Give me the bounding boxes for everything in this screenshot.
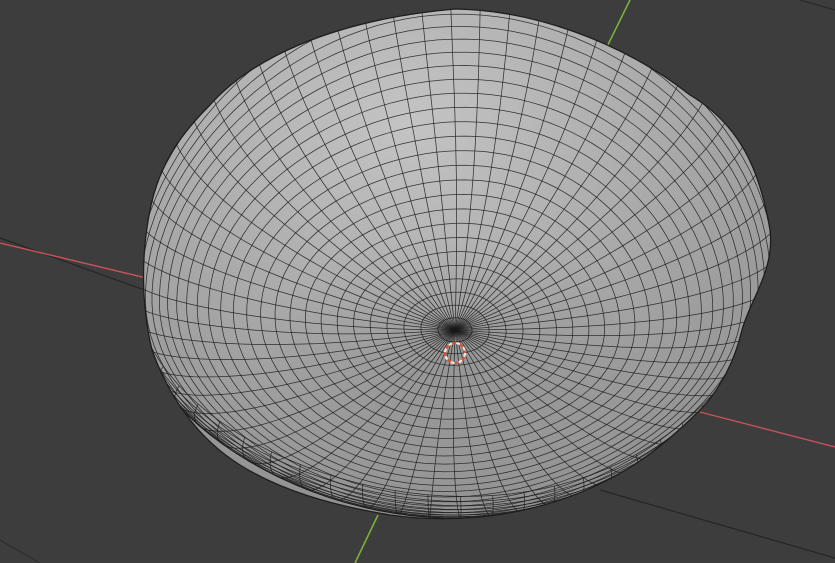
- mesh-object[interactable]: [124, 0, 785, 520]
- grid-line: [0, 237, 151, 293]
- grid-line: [799, 0, 835, 11]
- y-axis-line: [354, 514, 379, 563]
- mesh-dimple-shading: [255, 235, 655, 475]
- grid-line: [599, 489, 835, 559]
- 3d-viewport[interactable]: [0, 0, 835, 563]
- grid-line: [0, 539, 41, 563]
- x-axis-line: [699, 411, 835, 448]
- viewport-canvas[interactable]: [0, 0, 835, 563]
